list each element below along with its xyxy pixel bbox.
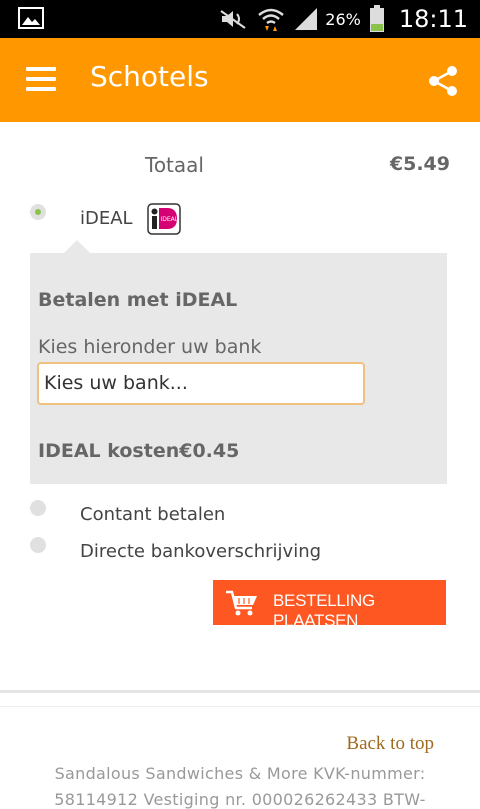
- signal-icon: [295, 8, 318, 30]
- ideal-logo-icon: IDEAL: [147, 203, 181, 235]
- total-label: Totaal: [145, 153, 204, 177]
- radio-ideal[interactable]: [30, 204, 46, 220]
- bank-prompt: Kies hieronder uw bank: [38, 336, 262, 358]
- status-bar: 26% 18:11: [0, 0, 480, 38]
- radio-contant[interactable]: [30, 500, 46, 516]
- footer-line-1: Sandalous Sandwiches & More KVK-nummer:: [54, 764, 426, 783]
- app-bar: Schotels: [0, 38, 480, 122]
- clock: 18:11: [398, 5, 468, 33]
- place-order-button[interactable]: BESTELLING PLAATSEN: [213, 580, 446, 630]
- mute-icon: [220, 10, 246, 29]
- place-order-label: BESTELLING PLAATSEN: [273, 591, 375, 630]
- wifi-icon: [258, 8, 285, 31]
- option-contant-label[interactable]: Contant betalen: [80, 504, 225, 525]
- menu-icon[interactable]: [26, 67, 58, 91]
- svg-text:IDEAL: IDEAL: [161, 216, 179, 223]
- option-bankoverschrijving-label[interactable]: Directe bankoverschrijving: [80, 541, 321, 562]
- ideal-panel: Betalen met iDEAL Kies hieronder uw bank…: [30, 253, 447, 484]
- bank-select[interactable]: Kies uw bank...: [37, 362, 365, 405]
- page-title: Schotels: [90, 60, 209, 93]
- total-value: €5.49: [389, 153, 450, 175]
- divider: [0, 706, 480, 707]
- battery-percent: 26%: [325, 9, 361, 29]
- panel-caret: [64, 240, 90, 253]
- divider: [0, 690, 480, 693]
- option-ideal-label[interactable]: iDEAL: [80, 208, 133, 229]
- share-icon[interactable]: [428, 65, 458, 97]
- gallery-icon: [18, 7, 44, 29]
- back-to-top-link[interactable]: Back to top: [346, 733, 434, 755]
- ideal-costs: IDEAL kosten€0.45: [38, 440, 240, 462]
- panel-title: Betalen met iDEAL: [38, 289, 238, 311]
- cart-icon: [226, 590, 257, 616]
- radio-bankoverschrijving[interactable]: [30, 537, 46, 553]
- battery-icon: [369, 5, 384, 32]
